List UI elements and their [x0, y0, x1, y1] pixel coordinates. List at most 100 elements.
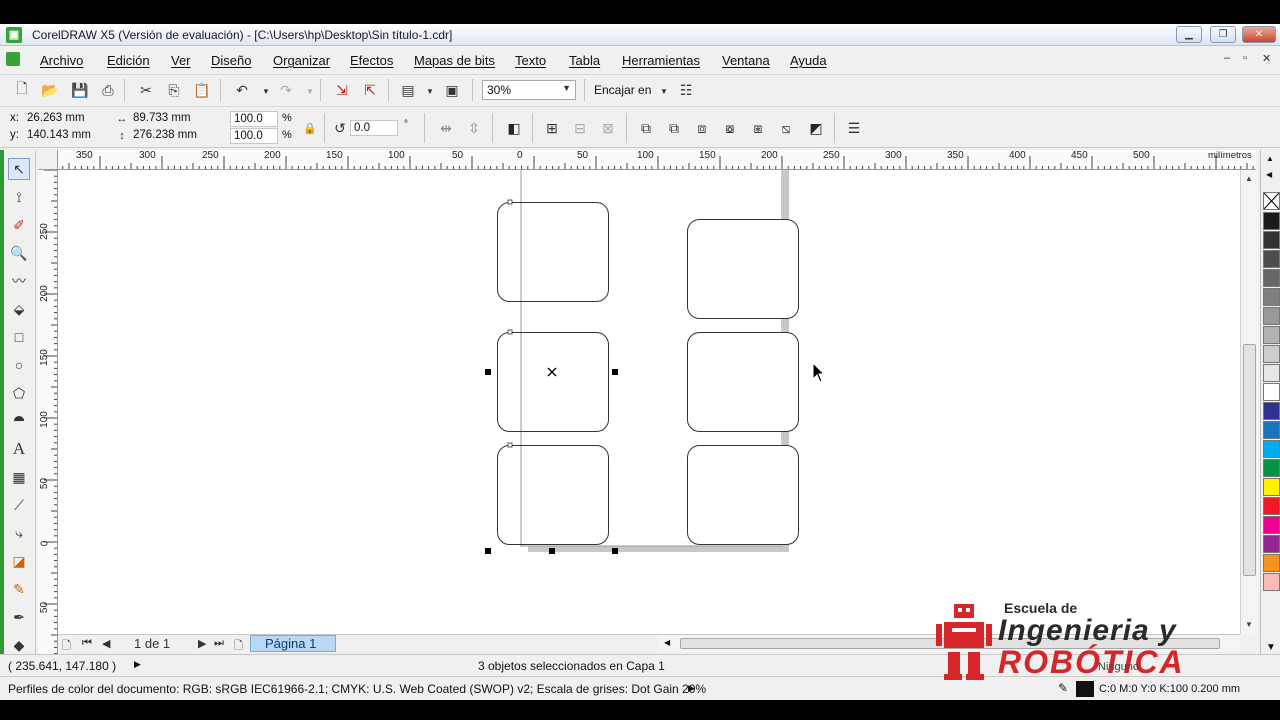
first-page-icon[interactable]: ⏮ [82, 637, 92, 650]
doc-minimize-button[interactable]: – [1224, 52, 1230, 64]
snap-dropdown-icon[interactable]: ▼ [654, 81, 674, 101]
undo-dropdown-icon[interactable]: ▼ [256, 81, 276, 101]
color-swatch[interactable] [1263, 383, 1280, 401]
weld-icon[interactable]: ⧉ [636, 118, 656, 138]
interactive-blend-tool-icon[interactable]: ◪ [8, 550, 30, 572]
copy-icon[interactable]: ⎘ [164, 80, 184, 100]
color-swatch[interactable] [1263, 402, 1280, 420]
color-swatch[interactable] [1263, 269, 1280, 287]
doc-restore-button[interactable]: ▫ [1243, 52, 1247, 64]
color-swatch[interactable] [1263, 307, 1280, 325]
smart-fill-tool-icon[interactable]: ⬙ [8, 298, 30, 320]
minimize-button[interactable]: ▁ [1176, 26, 1202, 43]
dimension-tool-icon[interactable]: ⟋ [8, 494, 30, 516]
menu-ventana[interactable]: Ventana [722, 53, 770, 68]
menu-ver[interactable]: Ver [171, 53, 191, 68]
ellipse-tool-icon[interactable]: ○ [8, 354, 30, 376]
close-button[interactable]: ✕ [1242, 26, 1276, 43]
color-swatch[interactable] [1263, 250, 1280, 268]
print-icon[interactable]: ⎙ [98, 80, 118, 100]
back-minus-front-icon[interactable]: ⧅ [776, 118, 796, 138]
color-profile-expand-icon[interactable]: ▶ [688, 683, 695, 694]
color-swatch[interactable] [1263, 554, 1280, 572]
combine-icon[interactable]: ◧ [504, 118, 524, 138]
new-icon[interactable]: 🗋 [12, 80, 32, 100]
menu-diseno[interactable]: Diseño [211, 53, 251, 68]
redo-icon[interactable]: ↷ [276, 80, 296, 100]
doc-close-button[interactable]: ✕ [1262, 52, 1271, 65]
color-swatch[interactable] [1263, 459, 1280, 477]
page-tab-1[interactable]: Página 1 [250, 635, 336, 652]
trim-icon[interactable]: ⧉ [664, 118, 684, 138]
coreldraw-app-icon[interactable]: ▣ [6, 27, 22, 43]
options-icon[interactable]: ☷ [676, 80, 696, 100]
color-swatch[interactable] [1263, 516, 1280, 534]
document-icon[interactable] [6, 52, 20, 66]
color-swatch[interactable] [1263, 440, 1280, 458]
scale-x-field[interactable]: 100.0 [230, 111, 278, 127]
scale-y-field[interactable]: 100.0 [230, 128, 278, 144]
ungroup-all-icon[interactable]: ⊠ [598, 118, 618, 138]
mirror-vertical-icon[interactable]: ⇳ [464, 118, 484, 138]
color-profile-info[interactable]: Perfiles de color del documento: RGB: sR… [8, 682, 706, 696]
ruler-origin-corner[interactable] [38, 150, 58, 170]
palette-scroll-up-icon[interactable]: ▲ [1266, 154, 1274, 163]
palette-flyout-icon[interactable]: ◀ [1266, 170, 1272, 179]
pick-tool-icon[interactable]: ↖ [8, 158, 30, 180]
text-tool-icon[interactable]: A [8, 438, 30, 460]
horizontal-ruler[interactable]: 350 300 250 200 150 100 50 0 50 100 150 … [38, 150, 1256, 170]
polygon-tool-icon[interactable]: ⬠ [8, 382, 30, 404]
simplify-icon[interactable]: ⧇ [720, 118, 740, 138]
menu-efectos[interactable]: Efectos [350, 53, 393, 68]
color-swatch[interactable] [1263, 288, 1280, 306]
menu-edicion[interactable]: Edición [107, 53, 150, 68]
color-swatch[interactable] [1263, 497, 1280, 515]
basic-shapes-tool-icon[interactable]: ⯊ [8, 410, 30, 432]
color-swatch[interactable] [1263, 231, 1280, 249]
vertical-scrollbar[interactable]: ▲ ▼ [1240, 170, 1258, 634]
table-tool-icon[interactable]: ▦ [8, 466, 30, 488]
import-icon[interactable]: ⇲ [332, 80, 352, 100]
color-swatch[interactable] [1263, 535, 1280, 553]
fill-tool-icon[interactable]: ◆ [8, 634, 30, 656]
zoom-level-select[interactable]: 30% ▼ [482, 80, 576, 100]
restore-button[interactable]: ❐ [1210, 26, 1236, 43]
color-swatch[interactable] [1263, 421, 1280, 439]
app-launcher-dropdown-icon[interactable]: ▼ [420, 81, 440, 101]
align-distribute-icon[interactable]: ☰ [844, 118, 864, 138]
vertical-scroll-thumb[interactable] [1243, 344, 1256, 576]
menu-archivo[interactable]: Archivo [40, 53, 83, 68]
redo-dropdown-icon[interactable]: ▼ [300, 81, 320, 101]
rectangle-tool-icon[interactable]: □ [8, 326, 30, 348]
vertical-ruler[interactable]: 250 200 150 100 50 0 50 [38, 170, 58, 660]
zoom-tool-icon[interactable]: 🔍 [8, 242, 30, 264]
menu-herramientas[interactable]: Herramientas [622, 53, 700, 68]
x-position-field[interactable]: 26.263 mm [24, 111, 104, 127]
palette-scroll-down-icon[interactable]: ▼ [1266, 642, 1276, 653]
object-height-field[interactable]: 276.238 mm [130, 128, 212, 144]
connector-tool-icon[interactable]: ⤷ [8, 522, 30, 544]
paste-icon[interactable]: 📋 [192, 80, 212, 100]
color-swatch[interactable] [1263, 345, 1280, 363]
ungroup-icon[interactable]: ⊟ [570, 118, 590, 138]
cut-icon[interactable]: ✂ [136, 80, 156, 100]
last-page-icon[interactable]: ⏭ [214, 637, 224, 650]
object-width-field[interactable]: 89.733 mm [130, 111, 212, 127]
color-swatch[interactable] [1263, 478, 1280, 496]
next-page-icon[interactable]: ▶ [198, 637, 206, 650]
outline-tool-icon[interactable]: ✒ [8, 606, 30, 628]
scroll-up-icon[interactable]: ▲ [1245, 174, 1253, 183]
status-expand-icon[interactable]: ▶ [134, 659, 141, 670]
welcome-screen-icon[interactable]: ▣ [442, 80, 462, 100]
menu-mapas-de-bits[interactable]: Mapas de bits [414, 53, 495, 68]
undo-icon[interactable]: ↶ [232, 80, 252, 100]
no-color-swatch[interactable] [1263, 192, 1280, 210]
crop-tool-icon[interactable]: ✐ [8, 214, 30, 236]
rotation-angle-field[interactable]: 0.0 [350, 120, 398, 136]
drawing-canvas[interactable] [58, 170, 1240, 634]
front-minus-back-icon[interactable]: ⧆ [748, 118, 768, 138]
export-icon[interactable]: ⇱ [360, 80, 380, 100]
freehand-tool-icon[interactable]: 〰 [8, 270, 30, 292]
create-boundary-icon[interactable]: ◩ [806, 118, 826, 138]
menu-tabla[interactable]: Tabla [569, 53, 600, 68]
